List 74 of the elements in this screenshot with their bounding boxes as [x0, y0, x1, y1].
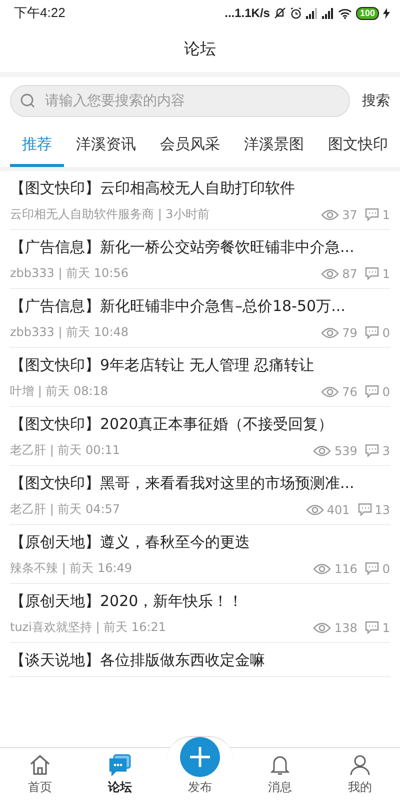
chat-icon	[108, 753, 132, 777]
post-title[interactable]: 【原创天地】2020，新年快乐！！	[10, 592, 390, 611]
view-count: 401	[326, 502, 350, 516]
publish-button[interactable]: 发布	[160, 734, 240, 800]
eye-icon	[313, 444, 332, 456]
comment-count: 1	[382, 208, 390, 222]
post-meta: zbb333 | 前天 10:48	[10, 324, 130, 341]
comment-count: 0	[382, 326, 390, 340]
view-count: 79	[342, 326, 358, 340]
post-title[interactable]: 【图文快印】2020真正本事征婚（不接受回复）	[10, 415, 390, 434]
view-count: 539	[334, 444, 358, 458]
comment-icon	[365, 208, 380, 221]
post-title[interactable]: 【广告信息】新化一桥公交站旁餐饮旺铺非中介急...	[10, 238, 390, 257]
comment-count: 1	[382, 620, 390, 634]
post-meta: 叶增 | 前天 08:18	[10, 383, 110, 400]
eye-icon	[321, 386, 340, 398]
post-meta: 云印相无人自助软件服务商 | 3小时前	[10, 206, 210, 223]
page-title: 论坛	[184, 38, 216, 60]
charging-icon	[383, 8, 390, 18]
bell-off-icon	[274, 7, 286, 19]
post-meta: 辣条不辣 | 前天 16:49	[10, 560, 134, 577]
status-time: 下午4:22	[14, 4, 66, 22]
category-tab[interactable]: 图文快印	[316, 125, 400, 167]
category-tab[interactable]: 会员风采	[148, 125, 232, 167]
post-title[interactable]: 【图文快印】9年老店转让 无人管理 忍痛转让	[10, 356, 390, 375]
eye-icon	[321, 208, 340, 220]
post-meta: 老乙肝 | 前天 04:57	[10, 501, 122, 518]
search-button[interactable]: 搜索	[362, 92, 390, 110]
comment-icon	[365, 444, 380, 457]
post-meta: 老乙肝 | 前天 00:11	[10, 442, 122, 459]
comment-icon	[358, 503, 372, 516]
eye-icon	[313, 622, 332, 634]
comment-icon	[365, 562, 380, 575]
view-count: 138	[334, 620, 358, 634]
comment-count: 3	[382, 444, 390, 458]
battery-level: 100	[356, 6, 379, 20]
post-title[interactable]: 【图文快印】黑哥，来看看我对这里的市场预测准...	[10, 474, 390, 493]
category-tab[interactable]: 洋溪资讯	[64, 125, 148, 167]
comment-icon	[365, 326, 380, 339]
comment-icon	[365, 267, 380, 280]
signal-icon	[322, 8, 334, 18]
comment-count: 0	[382, 384, 390, 398]
view-count: 87	[342, 266, 358, 280]
alarm-icon	[290, 7, 302, 19]
wifi-icon	[338, 8, 352, 18]
eye-icon	[321, 326, 340, 338]
post-title[interactable]: 【广告信息】新化旺铺非中介急售–总价18-50万...	[10, 297, 390, 316]
nav-tab[interactable]: 首页	[0, 748, 80, 800]
post-meta: zbb333 | 前天 10:56	[10, 265, 130, 282]
post-meta: tuzi喜欢就坚持 | 前天 16:21	[10, 619, 168, 636]
home-icon	[28, 753, 52, 777]
comment-count: 13	[374, 502, 390, 516]
comment-count: 1	[382, 266, 390, 280]
nav-tab[interactable]: 消息	[240, 748, 320, 800]
eye-icon	[313, 562, 332, 574]
person-icon	[348, 753, 372, 777]
category-tab[interactable]: 洋溪景图	[232, 125, 316, 167]
view-count: 116	[334, 562, 358, 576]
network-speed: ...1.1K/s	[224, 6, 270, 20]
view-count: 76	[342, 384, 358, 398]
signal-icon	[306, 8, 318, 18]
nav-tab[interactable]: 论坛	[80, 748, 160, 800]
eye-icon	[306, 504, 324, 516]
comment-icon	[365, 621, 380, 634]
view-count: 37	[342, 208, 358, 222]
nav-tab[interactable]: 我的	[320, 748, 400, 800]
post-title[interactable]: 【原创天地】遵义，春秋至今的更迭	[10, 533, 390, 552]
comment-count: 0	[382, 562, 390, 576]
eye-icon	[321, 268, 340, 280]
post-title[interactable]: 【谈天说地】各位排版做东西收定金嘛	[10, 651, 390, 670]
search-field[interactable]: 请输入您要搜索的内容	[10, 85, 350, 117]
comment-icon	[365, 385, 380, 398]
category-tab[interactable]: 推荐	[10, 125, 64, 167]
post-title[interactable]: 【图文快印】云印相高校无人自助打印软件	[10, 179, 390, 198]
